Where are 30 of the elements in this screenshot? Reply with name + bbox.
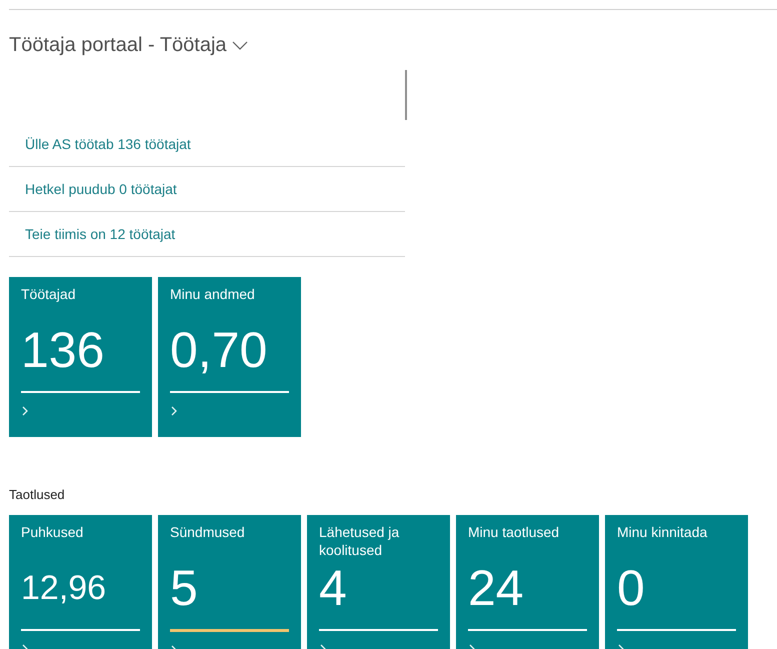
tile-title: Töötajad <box>21 285 76 304</box>
tile-title: Minu andmed <box>170 285 256 304</box>
tile-value: 0 <box>617 563 645 613</box>
page-title: Töötaja portaal - Töötaja <box>9 33 227 58</box>
tile-title: Lähetused ja koolitused <box>319 523 400 559</box>
tile-title: Minu taotlused <box>468 523 560 542</box>
chevron-right-icon <box>170 405 178 417</box>
kpi-tile[interactable]: Sündmused 5 <box>158 515 301 649</box>
info-link[interactable]: Hetkel puudub 0 töötajat <box>25 178 177 200</box>
info-link[interactable]: Teie tiimis on 12 töötajat <box>25 224 176 244</box>
tile-value: 136 <box>21 325 104 375</box>
tile-value: 12,96 <box>21 571 106 605</box>
chevron-right-icon <box>21 405 29 417</box>
tile-value: 5 <box>170 563 198 613</box>
tile-value: 0,70 <box>170 325 268 375</box>
kpi-tile[interactable]: Minu andmed 0,70 <box>158 277 301 437</box>
tile-value: 4 <box>319 563 347 613</box>
chevron-down-icon[interactable] <box>230 39 249 51</box>
kpi-tile[interactable]: Töötajad 136 <box>9 277 152 437</box>
kpi-tile[interactable]: Puhkused 12,96 <box>9 515 152 649</box>
kpi-tile[interactable]: Lähetused ja koolitused 4 <box>307 515 450 649</box>
tile-value: 24 <box>468 563 524 613</box>
scrollbar[interactable] <box>405 70 407 120</box>
tile-title: Minu kinnitada <box>617 523 708 542</box>
kpi-tile[interactable]: Minu taotlused 24 <box>456 515 599 649</box>
tile-title: Puhkused <box>21 523 84 542</box>
kpi-tile[interactable]: Minu kinnitada 0 <box>605 515 748 649</box>
section-heading: Taotlused <box>9 487 65 502</box>
tile-title: Sündmused <box>170 523 246 542</box>
info-link[interactable]: Ülle AS töötab 136 töötajat <box>25 134 191 154</box>
